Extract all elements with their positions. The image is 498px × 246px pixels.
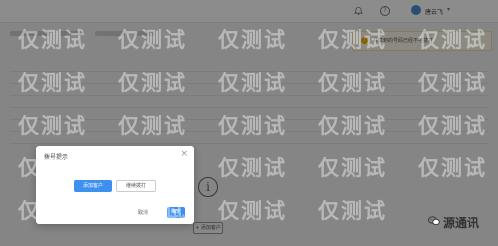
watermark: 仅测试 xyxy=(18,114,87,138)
watermark: 仅测试 xyxy=(218,114,287,138)
watermark: 仅测试 xyxy=(418,114,487,138)
watermark: 仅测试 xyxy=(18,156,87,180)
watermark: 仅测试 xyxy=(318,114,387,138)
watermark: 仅测试 xyxy=(218,28,287,52)
watermark: 仅测试 xyxy=(218,156,287,180)
brand-name: 源通讯 xyxy=(443,216,480,230)
watermark: 仅测试 xyxy=(218,71,287,95)
watermark: 仅测试 xyxy=(418,71,487,95)
watermark: 仅测试 xyxy=(318,71,387,95)
watermark: 仅测试 xyxy=(118,71,187,95)
watermark: 仅测试 xyxy=(18,28,87,52)
watermark: 仅测试 xyxy=(318,199,387,223)
watermark: 仅测试 xyxy=(118,28,187,52)
wechat-logo-icon xyxy=(428,216,440,226)
watermark: 仅测试 xyxy=(118,199,187,223)
watermark: 仅测试 xyxy=(418,156,487,180)
watermark: 仅测试 xyxy=(418,28,487,52)
watermark: 仅测试 xyxy=(18,71,87,95)
watermark: 仅测试 xyxy=(318,156,387,180)
watermark: 仅测试 xyxy=(118,114,187,138)
watermark: 仅测试 xyxy=(318,28,387,52)
watermark: 仅测试 xyxy=(18,199,87,223)
watermark: 仅测试 xyxy=(218,199,287,223)
watermark: 仅测试 xyxy=(118,156,187,180)
